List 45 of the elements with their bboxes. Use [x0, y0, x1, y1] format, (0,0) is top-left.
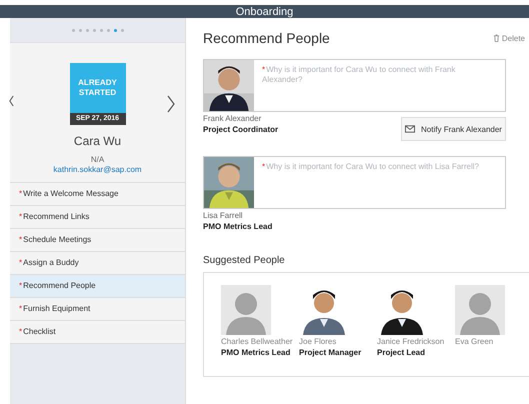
employee-name: Cara Wu — [74, 134, 122, 148]
person-role: PMO Metrics Lead — [221, 348, 292, 357]
person-role: Project Coordinator — [203, 125, 278, 134]
suggested-title: Suggested People — [203, 255, 286, 266]
person-name: Frank Alexander — [203, 114, 262, 123]
status-text: ALREADY STARTED — [78, 78, 118, 98]
task-item[interactable]: *Write a Welcome Message — [10, 183, 185, 206]
reason-field[interactable]: *Why is it important for Cara Wu to connect with Frank Alexander? — [203, 59, 506, 112]
reason-placeholder: *Why is it important for Cara Wu to connect with Frank Alexander? — [261, 64, 456, 86]
pager-dot[interactable] — [86, 28, 88, 32]
task-item[interactable]: *Assign a Buddy — [10, 252, 185, 275]
trash-icon — [492, 34, 500, 42]
pager-dot[interactable] — [72, 28, 74, 32]
person-role: Project Lead — [377, 348, 426, 357]
task-item[interactable]: *Schedule Meetings — [10, 229, 185, 252]
pager-dot[interactable] — [92, 28, 96, 32]
employee-title: N/A — [90, 155, 104, 164]
avatar-silhouette-icon[interactable] — [221, 285, 271, 335]
task-item[interactable]: *Checklist — [10, 321, 185, 344]
section-title: Recommend People — [203, 30, 330, 46]
pager-dot[interactable] — [106, 28, 110, 32]
delete-button[interactable]: Delete — [492, 34, 525, 42]
pager-dot[interactable] — [114, 28, 116, 32]
reason-placeholder: *Why is it important for Cara Wu to connect with Lisa Farrell? — [261, 161, 480, 173]
task-item[interactable]: *Recommend People — [10, 275, 185, 298]
envelope-icon — [405, 125, 416, 133]
next-icon[interactable] — [167, 95, 175, 113]
previous-icon[interactable] — [9, 95, 14, 107]
email-link[interactable]: kathrin.sokkar@sap.com — [53, 165, 142, 174]
person-name: Charles Bellweather — [221, 337, 294, 346]
notify-button[interactable]: Notify Frank Alexander — [401, 117, 506, 141]
person-role: Project Manager — [299, 348, 362, 357]
avatar-silhouette-icon[interactable] — [455, 285, 505, 335]
person-role: PMO Metrics Lead — [203, 222, 272, 231]
person-name: Eva Green — [455, 337, 494, 346]
person-name: Joe Flores — [299, 337, 338, 346]
app-title: Onboarding — [236, 6, 294, 18]
person-name: Lisa Farrell — [203, 211, 244, 220]
reason-field[interactable]: *Why is it important for Cara Wu to connect with Lisa Farrell? — [203, 156, 506, 209]
person-name: Janice Fredrickson — [377, 337, 446, 346]
pager-dot[interactable] — [120, 28, 124, 32]
pager-dot[interactable] — [100, 28, 102, 32]
task-item[interactable]: *Furnish Equipment — [10, 298, 185, 321]
task-item[interactable]: *Recommend Links — [10, 206, 185, 229]
pager-dot[interactable] — [78, 28, 82, 32]
